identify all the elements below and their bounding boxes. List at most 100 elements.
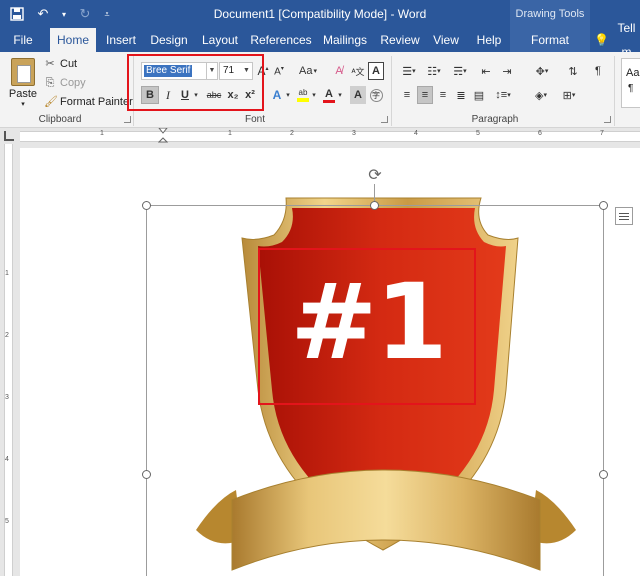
resize-handle-top-right[interactable]	[599, 201, 608, 210]
multilevel-list-button[interactable]: ☴ ▾	[449, 62, 471, 80]
align-right-button[interactable]: ≡	[435, 86, 451, 104]
clear-formatting-button[interactable]: A̸	[331, 62, 347, 80]
change-case-label: Aa	[299, 65, 313, 77]
increase-indent-button[interactable]: ⇥	[498, 62, 516, 80]
asian-layout-icon: ✥	[535, 65, 545, 78]
phonetic-guide-button[interactable]: ᴬ文	[350, 62, 366, 80]
font-controls-highlight	[127, 54, 264, 111]
line-spacing-icon: ↕≡	[495, 89, 508, 101]
clipboard-launcher-icon[interactable]	[124, 116, 131, 123]
resize-handle-right[interactable]	[599, 470, 608, 479]
ruler-bar	[20, 131, 640, 142]
show-hide-button[interactable]: ¶	[590, 62, 606, 80]
tab-view[interactable]: View	[428, 28, 464, 52]
text-effects-button[interactable]: A	[270, 86, 284, 104]
horizontal-ruler[interactable]: 1 1 2 3 4 5 6 7	[0, 127, 640, 144]
paragraph-launcher-icon[interactable]	[604, 116, 611, 123]
copy-button[interactable]: ⎘ Copy	[44, 77, 86, 89]
character-border-button[interactable]: A	[368, 62, 384, 80]
indent-marker-icon[interactable]	[157, 127, 169, 144]
styles-preview-mark: ¶	[628, 83, 634, 94]
drawing-tools-label: Drawing Tools	[515, 8, 585, 20]
character-border-icon: A	[372, 65, 380, 77]
highlight-color-button[interactable]: ab	[296, 86, 310, 104]
redo-icon[interactable]: ↻	[76, 5, 94, 23]
tab-format[interactable]: Format	[510, 28, 590, 52]
ribbon-home: Paste ▾ ✂ Cut ⎘ Copy 🖌 Format Painter Cl…	[0, 52, 640, 128]
change-case-button[interactable]: Aa ▾	[296, 62, 320, 80]
paint-bucket-icon: ◈	[535, 89, 544, 102]
sort-icon: ⇅	[568, 65, 578, 78]
enclose-characters-button[interactable]: 字	[368, 86, 384, 104]
undo-dropdown-icon[interactable]: ▾	[60, 5, 68, 23]
justify-icon: ≣	[456, 89, 466, 102]
layout-options-icon[interactable]	[615, 207, 633, 225]
group-divider	[614, 56, 615, 126]
numbering-button[interactable]: ☷ ▾	[424, 62, 444, 80]
tab-selector-icon[interactable]	[4, 131, 14, 141]
paintbrush-icon: 🖌	[44, 96, 58, 108]
paste-button[interactable]: Paste ▾	[8, 58, 38, 108]
tab-insert[interactable]: Insert	[100, 28, 142, 52]
line-spacing-button[interactable]: ↕≡ ▾	[492, 86, 514, 104]
highlight-dropdown-icon[interactable]: ▾	[310, 86, 318, 104]
bullets-button[interactable]: ☰ ▾	[399, 62, 419, 80]
ruler-tick: 3	[5, 394, 9, 401]
resize-handle-left[interactable]	[142, 470, 151, 479]
resize-handle-top[interactable]	[370, 201, 379, 210]
increase-indent-icon: ⇥	[502, 65, 512, 78]
align-center-button[interactable]: ≡	[417, 86, 433, 104]
font-launcher-icon[interactable]	[381, 116, 388, 123]
styles-gallery-item[interactable]: Aa ¶	[621, 58, 640, 108]
asian-layout-button[interactable]: ✥ ▾	[531, 62, 553, 80]
distributed-button[interactable]: ▤	[471, 86, 487, 104]
highlight-label: ab	[298, 88, 308, 97]
clipboard-icon	[11, 58, 35, 86]
shading-button[interactable]: ◈ ▾	[530, 86, 552, 104]
text-effects-label: A	[272, 88, 282, 102]
tab-mailings[interactable]: Mailings	[318, 28, 372, 52]
sort-button[interactable]: ⇅	[565, 62, 581, 80]
paste-dropdown-icon[interactable]: ▾	[8, 100, 38, 108]
ruler-tick: 1	[228, 130, 232, 137]
tab-review[interactable]: Review	[378, 28, 422, 52]
selection-frame	[146, 205, 604, 576]
cut-button[interactable]: ✂ Cut	[44, 58, 77, 70]
rotate-handle-icon[interactable]: ⟳	[365, 166, 385, 186]
font-color-dropdown-icon[interactable]: ▾	[336, 86, 344, 104]
drawing-tools-header: Drawing Tools	[510, 0, 590, 28]
character-shading-button[interactable]: A	[350, 86, 366, 104]
character-shading-icon: A	[354, 89, 362, 101]
decrease-indent-button[interactable]: ⇤	[477, 62, 495, 80]
align-left-button[interactable]: ≡	[399, 86, 415, 104]
ruler-bar	[4, 144, 13, 576]
highlight-swatch	[297, 98, 309, 102]
tab-file[interactable]: File	[4, 28, 42, 52]
align-right-icon: ≡	[439, 89, 447, 101]
ruler-tick: 7	[600, 130, 604, 137]
resize-handle-top-left[interactable]	[142, 201, 151, 210]
justify-button[interactable]: ≣	[453, 86, 469, 104]
tell-me-search[interactable]: 💡 Tell m	[594, 21, 640, 59]
format-painter-label: Format Painter	[60, 96, 133, 108]
paste-label: Paste	[8, 88, 38, 100]
font-color-button[interactable]: A	[322, 86, 336, 104]
tab-design[interactable]: Design	[147, 28, 191, 52]
quick-access-toolbar: ↶ ▾ ↻ ⩡	[8, 5, 112, 23]
format-painter-button[interactable]: 🖌 Format Painter	[44, 96, 133, 108]
tab-home[interactable]: Home	[50, 28, 96, 52]
undo-icon[interactable]: ↶	[34, 5, 52, 23]
customize-qat-icon[interactable]: ⩡	[102, 5, 112, 23]
scissors-icon: ✂	[45, 58, 55, 70]
borders-button[interactable]: ⊞ ▾	[558, 86, 580, 104]
shrink-font-button[interactable]: A▾	[272, 62, 286, 80]
tab-layout[interactable]: Layout	[196, 28, 244, 52]
rotate-connector	[374, 184, 375, 202]
text-effects-dropdown-icon[interactable]: ▾	[284, 86, 292, 104]
save-icon[interactable]	[8, 5, 26, 23]
vertical-ruler[interactable]: 1 2 3 4 5	[0, 144, 16, 576]
tab-references[interactable]: References	[250, 28, 312, 52]
tab-help[interactable]: Help	[472, 28, 506, 52]
group-divider	[391, 56, 392, 126]
copy-label: Copy	[60, 77, 86, 89]
